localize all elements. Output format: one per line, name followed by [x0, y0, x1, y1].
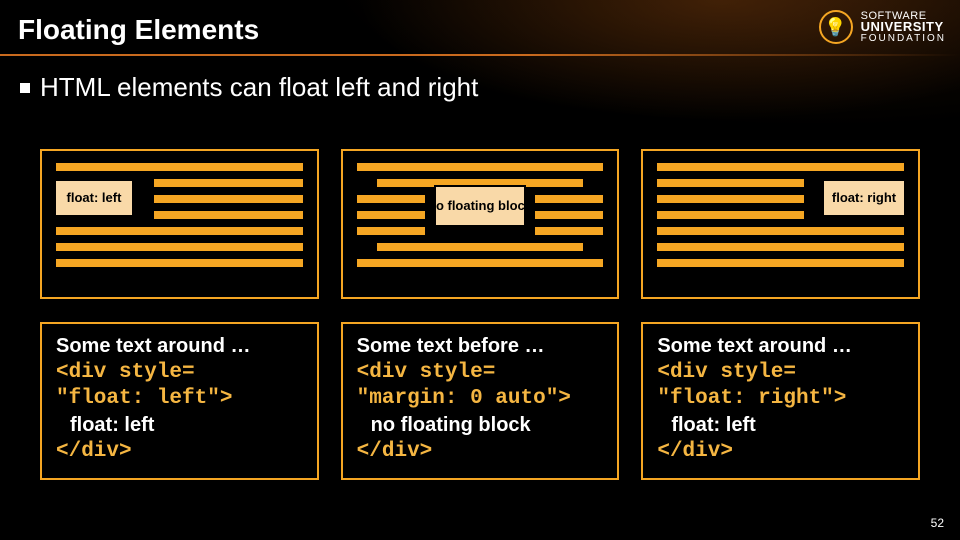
code-float-right: Some text around … <div style= "float: r… [641, 322, 920, 480]
code-inner: float: left [657, 413, 904, 439]
code-close: </div> [56, 439, 303, 466]
text-bar [54, 225, 305, 237]
text-bar [533, 209, 605, 221]
code-no-float: Some text before … <div style= "margin: … [341, 322, 620, 480]
text-bar [355, 225, 427, 237]
lightbulb-icon: 💡 [819, 10, 853, 44]
code-close: </div> [357, 439, 604, 466]
text-bar [655, 177, 806, 189]
code-close: </div> [657, 439, 904, 466]
text-bar [355, 161, 606, 173]
bullet-icon [20, 83, 30, 93]
text-bar [152, 209, 305, 221]
logo-line3: FOUNDATION [861, 34, 946, 44]
text-bar [655, 161, 906, 173]
code-attr: "float: right"> [657, 386, 904, 413]
text-bar [355, 257, 606, 269]
page-number: 52 [931, 516, 944, 530]
title-underline [0, 54, 960, 56]
text-bar [54, 241, 305, 253]
text-bar [54, 161, 305, 173]
code-inner: float: left [56, 413, 303, 439]
text-bar [355, 209, 427, 221]
diagram-row: float: left no floating block float: rig… [40, 149, 920, 299]
code-pre-text: Some text around … [56, 334, 303, 360]
text-bar [375, 241, 586, 253]
slide-title: Floating Elements [18, 14, 259, 46]
diagram-float-right: float: right [641, 149, 920, 299]
code-pre-text: Some text before … [357, 334, 604, 360]
code-open: <div style= [357, 360, 604, 387]
text-bar [533, 193, 605, 205]
text-bar [54, 257, 305, 269]
float-left-box: float: left [54, 179, 134, 217]
code-attr: "margin: 0 auto"> [357, 386, 604, 413]
text-bar [655, 209, 806, 221]
text-bar [655, 241, 906, 253]
code-float-left: Some text around … <div style= "float: l… [40, 322, 319, 480]
text-bar [655, 193, 806, 205]
bullet-line: HTML elements can float left and right [20, 72, 478, 103]
code-open: <div style= [56, 360, 303, 387]
text-bar [355, 193, 427, 205]
text-bar [152, 177, 305, 189]
code-attr: "float: left"> [56, 386, 303, 413]
logo-line2: UNIVERSITY [861, 21, 946, 33]
text-bar [533, 225, 605, 237]
code-open: <div style= [657, 360, 904, 387]
code-row: Some text around … <div style= "float: l… [40, 322, 920, 480]
text-bar [655, 257, 906, 269]
logo: 💡 SOFTWARE UNIVERSITY FOUNDATION [819, 10, 946, 44]
no-float-box: no floating block [434, 185, 526, 227]
diagram-float-left: float: left [40, 149, 319, 299]
code-inner: no floating block [357, 413, 604, 439]
text-bar [655, 225, 906, 237]
logo-text: SOFTWARE UNIVERSITY FOUNDATION [861, 11, 946, 43]
diagram-no-float: no floating block [341, 149, 620, 299]
float-right-box: float: right [822, 179, 906, 217]
text-bar [152, 193, 305, 205]
bullet-text: HTML elements can float left and right [40, 72, 478, 103]
code-pre-text: Some text around … [657, 334, 904, 360]
